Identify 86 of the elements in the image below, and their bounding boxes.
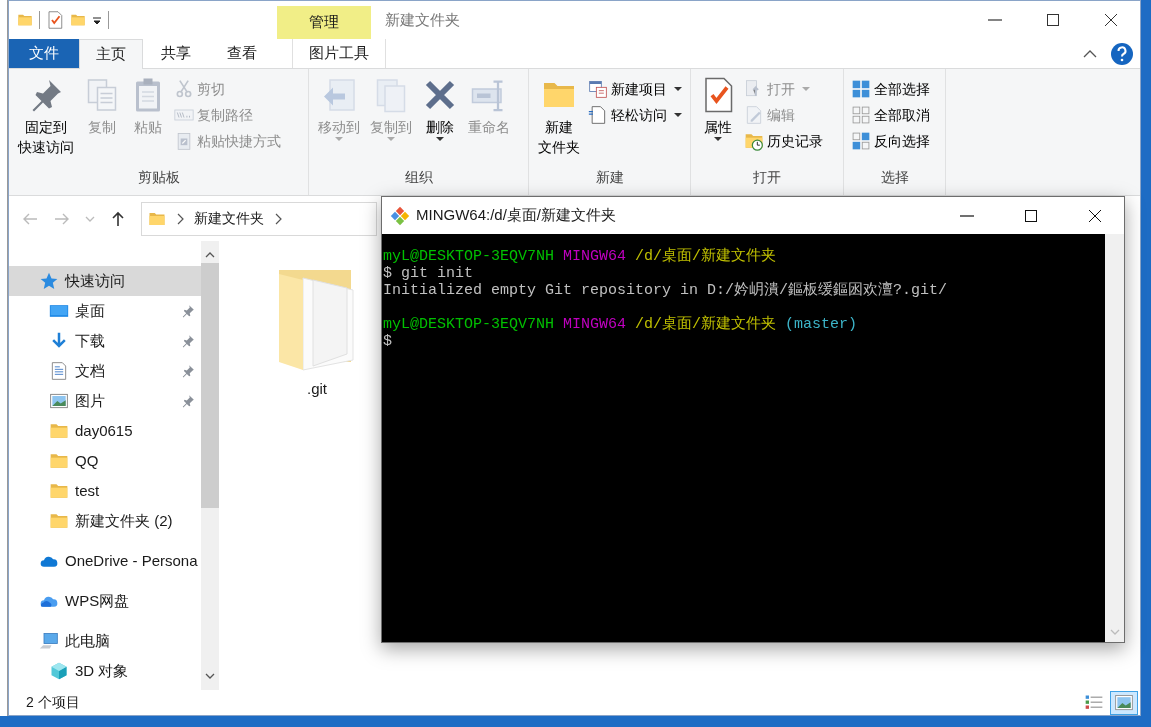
help-icon bbox=[1110, 41, 1134, 66]
terminal-text: $ bbox=[383, 333, 392, 350]
ribbon-button[interactable]: 固定到 快速访问 bbox=[13, 75, 79, 159]
address-bar[interactable]: 新建文件夹 bbox=[141, 201, 377, 236]
ribbon-button[interactable]: 全部选择 bbox=[848, 77, 933, 101]
computer-icon bbox=[39, 631, 59, 651]
nav-item[interactable]: test bbox=[9, 476, 201, 506]
edit-icon bbox=[744, 105, 764, 125]
ribbon-tab[interactable]: 文件 bbox=[9, 39, 79, 68]
tab-group-label: 管理 bbox=[277, 6, 371, 39]
picture-icon bbox=[49, 391, 69, 411]
terminal-text: $ git init bbox=[383, 265, 473, 282]
scissors-icon bbox=[174, 79, 194, 99]
nav-item[interactable]: 3D 对象 bbox=[9, 656, 201, 686]
close-icon bbox=[1105, 14, 1117, 26]
nav-item[interactable]: 下载 bbox=[9, 326, 201, 356]
terminal-text: MINGW64 bbox=[563, 316, 627, 333]
folder-icon bbox=[49, 421, 69, 441]
group-label: 组织 bbox=[403, 168, 434, 187]
folder-icon bbox=[17, 12, 33, 28]
dropdown-icon bbox=[92, 15, 102, 25]
terminal-text: /d/桌面/新建文件夹 bbox=[635, 316, 777, 333]
chevron-icon bbox=[176, 212, 184, 225]
cube-icon bbox=[49, 661, 69, 681]
nav-item[interactable]: OneDrive - Persona bbox=[9, 546, 201, 576]
nav-item[interactable]: 新建文件夹 (2) bbox=[9, 506, 201, 536]
terminal-text: myL@DESKTOP-3EQV7NH bbox=[383, 248, 555, 265]
history-icon bbox=[744, 131, 764, 151]
nav-item[interactable]: QQ bbox=[9, 446, 201, 476]
nav-item[interactable]: 快速访问 bbox=[9, 266, 201, 296]
nav-item[interactable]: 图片 bbox=[9, 386, 201, 416]
ribbon-button[interactable]: 全部取消 bbox=[848, 103, 933, 127]
ribbon-tab[interactable]: 图片工具 bbox=[292, 39, 386, 68]
terminal-text: /d/桌面/新建文件夹 bbox=[635, 248, 777, 265]
new-item-icon bbox=[588, 79, 608, 99]
terminal-text: (master) bbox=[785, 316, 858, 333]
terminal-text: MINGW64 bbox=[563, 248, 627, 265]
ribbon-button[interactable]: 新建项目 bbox=[585, 77, 685, 101]
nav-item[interactable]: 此电脑 bbox=[9, 626, 201, 656]
item-count: 2 个项目 bbox=[26, 693, 81, 712]
close-icon bbox=[1089, 209, 1101, 222]
nav-item[interactable]: day0615 bbox=[9, 416, 201, 446]
scrollbar-thumb[interactable] bbox=[201, 263, 219, 508]
star-icon bbox=[39, 271, 59, 291]
folder-icon bbox=[49, 451, 69, 471]
maximize-icon bbox=[1025, 209, 1037, 222]
ribbon-button[interactable]: 属性 bbox=[695, 75, 741, 143]
group-label: 新建 bbox=[594, 168, 625, 187]
ribbon-button[interactable]: 轻松访问 bbox=[585, 103, 685, 127]
maximize-icon bbox=[1047, 14, 1059, 26]
ribbon-button[interactable]: 反向选择 bbox=[848, 129, 933, 153]
nav-item[interactable]: WPS网盘 bbox=[9, 586, 201, 616]
large-icons-view-button[interactable] bbox=[1110, 690, 1138, 715]
folder-icon bbox=[49, 511, 69, 531]
nav-item[interactable]: 桌面 bbox=[9, 296, 201, 326]
nav-item[interactable]: 文档 bbox=[9, 356, 201, 386]
minimize-icon bbox=[960, 214, 974, 217]
group-label: 选择 bbox=[879, 168, 910, 187]
move-icon bbox=[321, 77, 357, 113]
select-all-icon bbox=[851, 79, 871, 99]
git-icon bbox=[390, 205, 410, 226]
group-label: 打开 bbox=[752, 168, 782, 187]
breadcrumb[interactable]: 新建文件夹 bbox=[194, 208, 264, 229]
select-none-icon bbox=[851, 105, 871, 125]
ribbon-button[interactable]: 新建 文件夹 bbox=[533, 75, 585, 159]
folder-icon bbox=[49, 481, 69, 501]
window-title: MINGW64:/d/桌面/新建文件夹 bbox=[416, 205, 618, 226]
ribbon-tab[interactable]: 查看 bbox=[209, 39, 275, 68]
window-title: 新建文件夹 bbox=[384, 9, 461, 30]
document-icon bbox=[49, 361, 69, 381]
file-item[interactable]: .git bbox=[269, 266, 365, 401]
invert-selection-icon bbox=[851, 131, 871, 151]
ribbon-button[interactable]: 删除 bbox=[417, 75, 463, 143]
group-label: 剪贴板 bbox=[136, 168, 181, 187]
document-icon bbox=[588, 105, 608, 125]
caret-icon bbox=[1083, 49, 1097, 59]
minimize-icon bbox=[988, 19, 1002, 21]
ribbon-tab[interactable]: 共享 bbox=[143, 39, 209, 68]
picture-icon bbox=[1114, 692, 1134, 713]
ribbon-button[interactable]: 历史记录 bbox=[741, 129, 826, 153]
ribbon-tab[interactable]: 主页 bbox=[79, 39, 143, 69]
terminal-text: myL@DESKTOP-3EQV7NH bbox=[383, 316, 555, 333]
folder-icon bbox=[70, 12, 86, 28]
terminal-text: Initialized empty Git repository in D:/妗岄潰/鏂板缓鏂囦欢澶?.git/ bbox=[383, 282, 948, 299]
chevron-icon bbox=[274, 212, 282, 225]
properties-icon bbox=[46, 11, 64, 29]
